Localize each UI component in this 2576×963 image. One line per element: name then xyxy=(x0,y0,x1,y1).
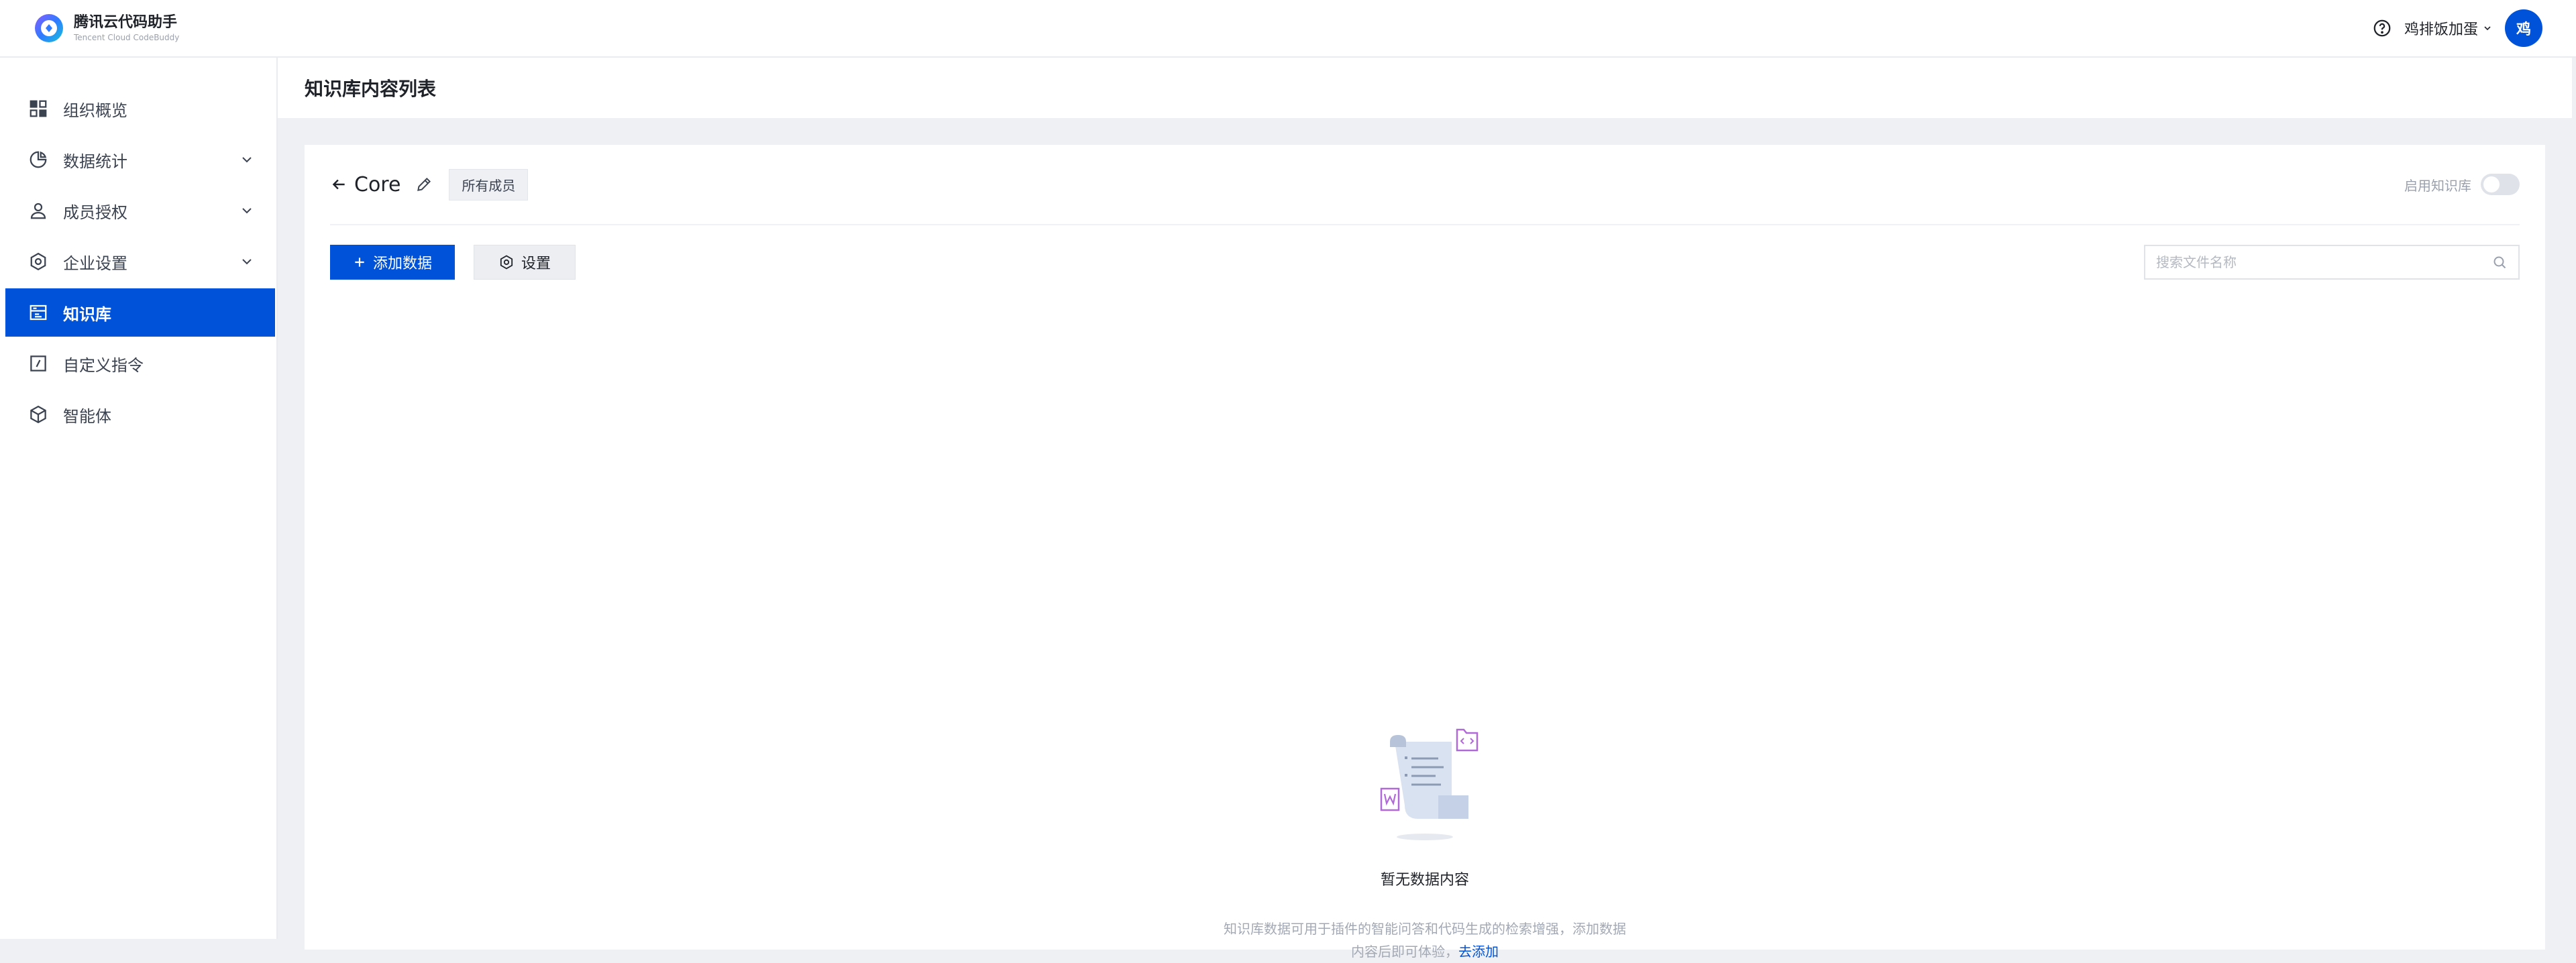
sidebar-item-label: 成员授权 xyxy=(63,203,127,222)
sidebar-item-custom-commands[interactable]: 自定义指令 xyxy=(5,339,275,388)
edit-icon[interactable] xyxy=(415,176,433,193)
empty-desc-line1: 知识库数据可用于插件的智能问答和代码生成的检索增强，添加数据 xyxy=(1224,921,1626,937)
arrow-left-icon xyxy=(332,179,345,190)
user-menu[interactable]: 鸡排饭加蛋 xyxy=(2404,17,2493,39)
user-name: 鸡排饭加蛋 xyxy=(2404,21,2478,38)
sidebar-item-label: 知识库 xyxy=(63,304,111,324)
sidebar-item-knowledge-base[interactable]: 知识库 xyxy=(5,288,275,337)
page-header: 知识库内容列表 xyxy=(278,58,2572,118)
grid-icon xyxy=(28,99,48,119)
sidebar-item-label: 自定义指令 xyxy=(63,355,144,375)
avatar[interactable]: 鸡 xyxy=(2505,9,2542,47)
gear-icon xyxy=(500,255,513,270)
slash-command-icon xyxy=(28,353,48,374)
sidebar-item-label: 数据统计 xyxy=(63,152,127,171)
knowledge-base-card: Core 所有成员 启用知识库 添加数据 设置 搜索文件名称 暂无数据内容 知识… xyxy=(305,145,2545,960)
search-input[interactable] xyxy=(2156,254,2491,270)
main-content: 知识库内容列表 Core 所有成员 启用知识库 添加数据 设置 搜索文件名称 暂… xyxy=(278,58,2572,960)
sidebar-item-label: 组织概览 xyxy=(63,101,127,120)
settings-button[interactable]: 设置 xyxy=(474,245,576,280)
enable-kb-toggle[interactable] xyxy=(2481,174,2520,195)
empty-documents-illustration xyxy=(1380,728,1479,840)
pie-chart-icon xyxy=(28,150,48,170)
chevron-down-icon xyxy=(239,152,255,168)
add-data-label: 添加数据 xyxy=(373,255,433,272)
add-data-button[interactable]: 添加数据 xyxy=(330,245,455,280)
enable-kb-control: 启用知识库 xyxy=(2404,174,2520,195)
chevron-down-icon xyxy=(239,203,255,219)
settings-icon xyxy=(28,251,48,272)
sidebar-item-overview[interactable]: 组织概览 xyxy=(5,84,275,133)
page-title: 知识库内容列表 xyxy=(305,78,437,100)
sidebar: 组织概览 数据统计 成员授权 企业设置 知识库 自定义指令 智能体 xyxy=(0,58,278,939)
codebuddy-logo-icon xyxy=(35,14,63,42)
search-icon[interactable] xyxy=(2491,254,2508,270)
back-button[interactable]: Core xyxy=(330,173,400,196)
go-add-link[interactable]: 去添加 xyxy=(1458,944,1499,960)
search-box xyxy=(2144,245,2520,280)
app-logo[interactable]: 腾讯云代码助手 Tencent Cloud CodeBuddy xyxy=(34,13,179,44)
sidebar-item-agents[interactable]: 智能体 xyxy=(5,390,275,439)
empty-desc-line2: 内容后即可体验，去添加 xyxy=(305,940,2545,963)
plus-icon xyxy=(355,258,364,267)
toolbar: 添加数据 设置 xyxy=(330,225,2520,299)
sidebar-item-label: 企业设置 xyxy=(63,253,127,273)
app-title: 腾讯云代码助手 xyxy=(74,14,178,31)
scope-tag: 所有成员 xyxy=(449,168,529,201)
settings-label: 设置 xyxy=(521,255,551,272)
knowledge-base-name: Core xyxy=(354,172,401,196)
help-circle-icon[interactable] xyxy=(2372,18,2392,38)
sidebar-item-statistics[interactable]: 数据统计 xyxy=(5,135,275,184)
sidebar-item-enterprise-settings[interactable]: 企业设置 xyxy=(5,237,275,286)
card-header: Core 所有成员 启用知识库 xyxy=(330,145,2520,225)
chevron-down-icon xyxy=(239,253,255,270)
knowledge-base-icon xyxy=(28,302,48,323)
cube-icon xyxy=(28,404,48,424)
empty-desc-prefix: 内容后即可体验， xyxy=(1351,944,1458,960)
sidebar-item-members[interactable]: 成员授权 xyxy=(5,186,275,235)
sidebar-item-label: 智能体 xyxy=(63,406,111,426)
empty-title: 暂无数据内容 xyxy=(1380,872,1469,889)
top-bar: 腾讯云代码助手 Tencent Cloud CodeBuddy 鸡排饭加蛋 鸡 xyxy=(0,0,2576,58)
user-icon xyxy=(28,201,48,221)
enable-kb-label: 启用知识库 xyxy=(2404,177,2471,194)
app-subtitle: Tencent Cloud CodeBuddy xyxy=(74,33,180,42)
empty-state: 暂无数据内容 知识库数据可用于插件的智能问答和代码生成的检索增强，添加数据 内容… xyxy=(305,722,2545,963)
chevron-down-icon xyxy=(2484,26,2491,31)
empty-description: 知识库数据可用于插件的智能问答和代码生成的检索增强，添加数据 内容后即可体验，去… xyxy=(305,917,2545,963)
